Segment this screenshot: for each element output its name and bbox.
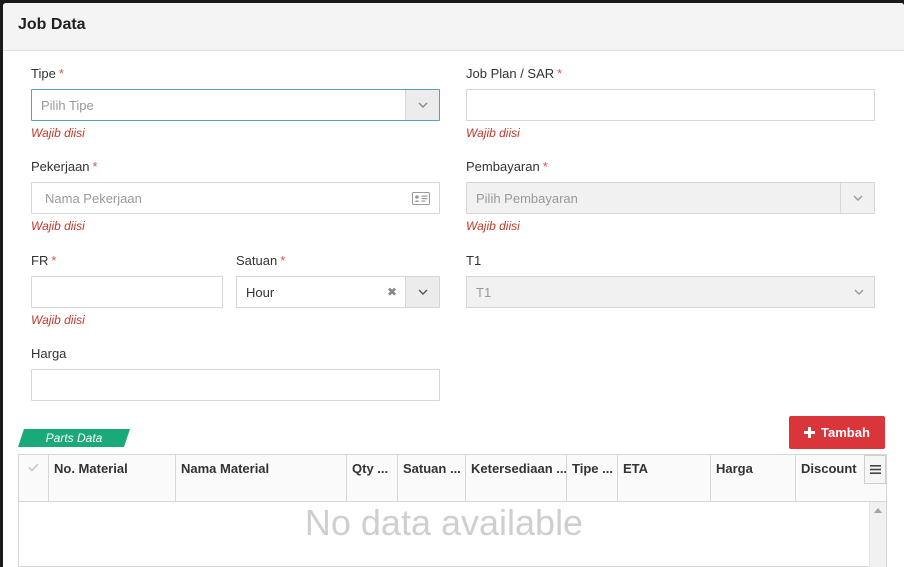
pekerjaan-input[interactable]: Nama Pekerjaan xyxy=(31,182,440,214)
fr-input[interactable] xyxy=(31,276,223,308)
modal-title: Job Data xyxy=(18,16,86,33)
job-plan-error: Wajib diisi xyxy=(466,126,520,140)
id-card-icon[interactable] xyxy=(412,192,430,208)
column-menu-icon[interactable] xyxy=(864,455,886,484)
plus-icon xyxy=(804,427,816,438)
pembayaran-error: Wajib diisi xyxy=(466,219,520,233)
empty-state-text: No data available xyxy=(304,502,584,543)
pembayaran-placeholder: Pilih Pembayaran xyxy=(476,191,578,206)
select-all-checkbox[interactable] xyxy=(19,455,49,502)
t1-select[interactable]: T1 xyxy=(466,276,875,308)
tipe-error: Wajib diisi xyxy=(31,126,85,140)
col-qty[interactable]: Qty ... xyxy=(347,455,398,502)
parts-grid: No. Material Nama Material Qty ... Satua… xyxy=(18,454,887,567)
harga-label: Harga xyxy=(31,346,67,361)
job-plan-input[interactable] xyxy=(466,89,875,121)
satuan-value: Hour xyxy=(246,285,275,300)
job-data-modal: Job Data Tipe * Pilih Tipe Wajib diisi Jo… xyxy=(3,3,904,567)
grid-header: No. Material Nama Material Qty ... Satua… xyxy=(19,455,886,502)
clear-icon[interactable]: ✖ xyxy=(387,285,397,299)
scroll-up-icon[interactable] xyxy=(874,508,882,513)
parts-data-tag: Parts Data xyxy=(18,429,130,447)
tipe-label: Tipe * xyxy=(31,66,64,81)
check-icon xyxy=(28,463,39,472)
chevron-down-icon[interactable] xyxy=(852,285,866,299)
pekerjaan-label: Pekerjaan * xyxy=(31,159,98,174)
tipe-placeholder: Pilih Tipe xyxy=(41,98,94,113)
satuan-select[interactable]: Hour ✖ xyxy=(236,276,440,308)
chevron-down-icon[interactable] xyxy=(405,90,439,120)
t1-label: T1 xyxy=(466,253,482,268)
vertical-scrollbar[interactable] xyxy=(869,502,886,567)
pekerjaan-placeholder: Nama Pekerjaan xyxy=(45,191,142,206)
fr-label: FR * xyxy=(31,253,57,268)
harga-input[interactable] xyxy=(31,369,440,401)
col-tipe[interactable]: Tipe ... xyxy=(567,455,618,502)
modal-header: Job Data xyxy=(3,3,904,51)
col-nama-material[interactable]: Nama Material xyxy=(176,455,347,502)
col-ketersediaan[interactable]: Ketersediaan ... xyxy=(466,455,567,502)
col-harga[interactable]: Harga xyxy=(711,455,796,502)
pekerjaan-error: Wajib diisi xyxy=(31,219,85,233)
chevron-down-icon[interactable] xyxy=(840,183,874,213)
pembayaran-label: Pembayaran * xyxy=(466,159,548,174)
col-no-material[interactable]: No. Material xyxy=(49,455,176,502)
t1-value: T1 xyxy=(476,285,492,300)
col-eta[interactable]: ETA xyxy=(618,455,711,502)
fr-error: Wajib diisi xyxy=(31,313,85,327)
add-part-button[interactable]: Tambah xyxy=(789,416,885,449)
col-satuan[interactable]: Satuan ... xyxy=(398,455,466,502)
satuan-label: Satuan * xyxy=(236,253,286,268)
chevron-down-icon[interactable] xyxy=(405,277,439,307)
job-plan-label: Job Plan / SAR * xyxy=(466,66,563,81)
tipe-select[interactable]: Pilih Tipe xyxy=(31,89,440,121)
pembayaran-select[interactable]: Pilih Pembayaran xyxy=(466,182,875,214)
